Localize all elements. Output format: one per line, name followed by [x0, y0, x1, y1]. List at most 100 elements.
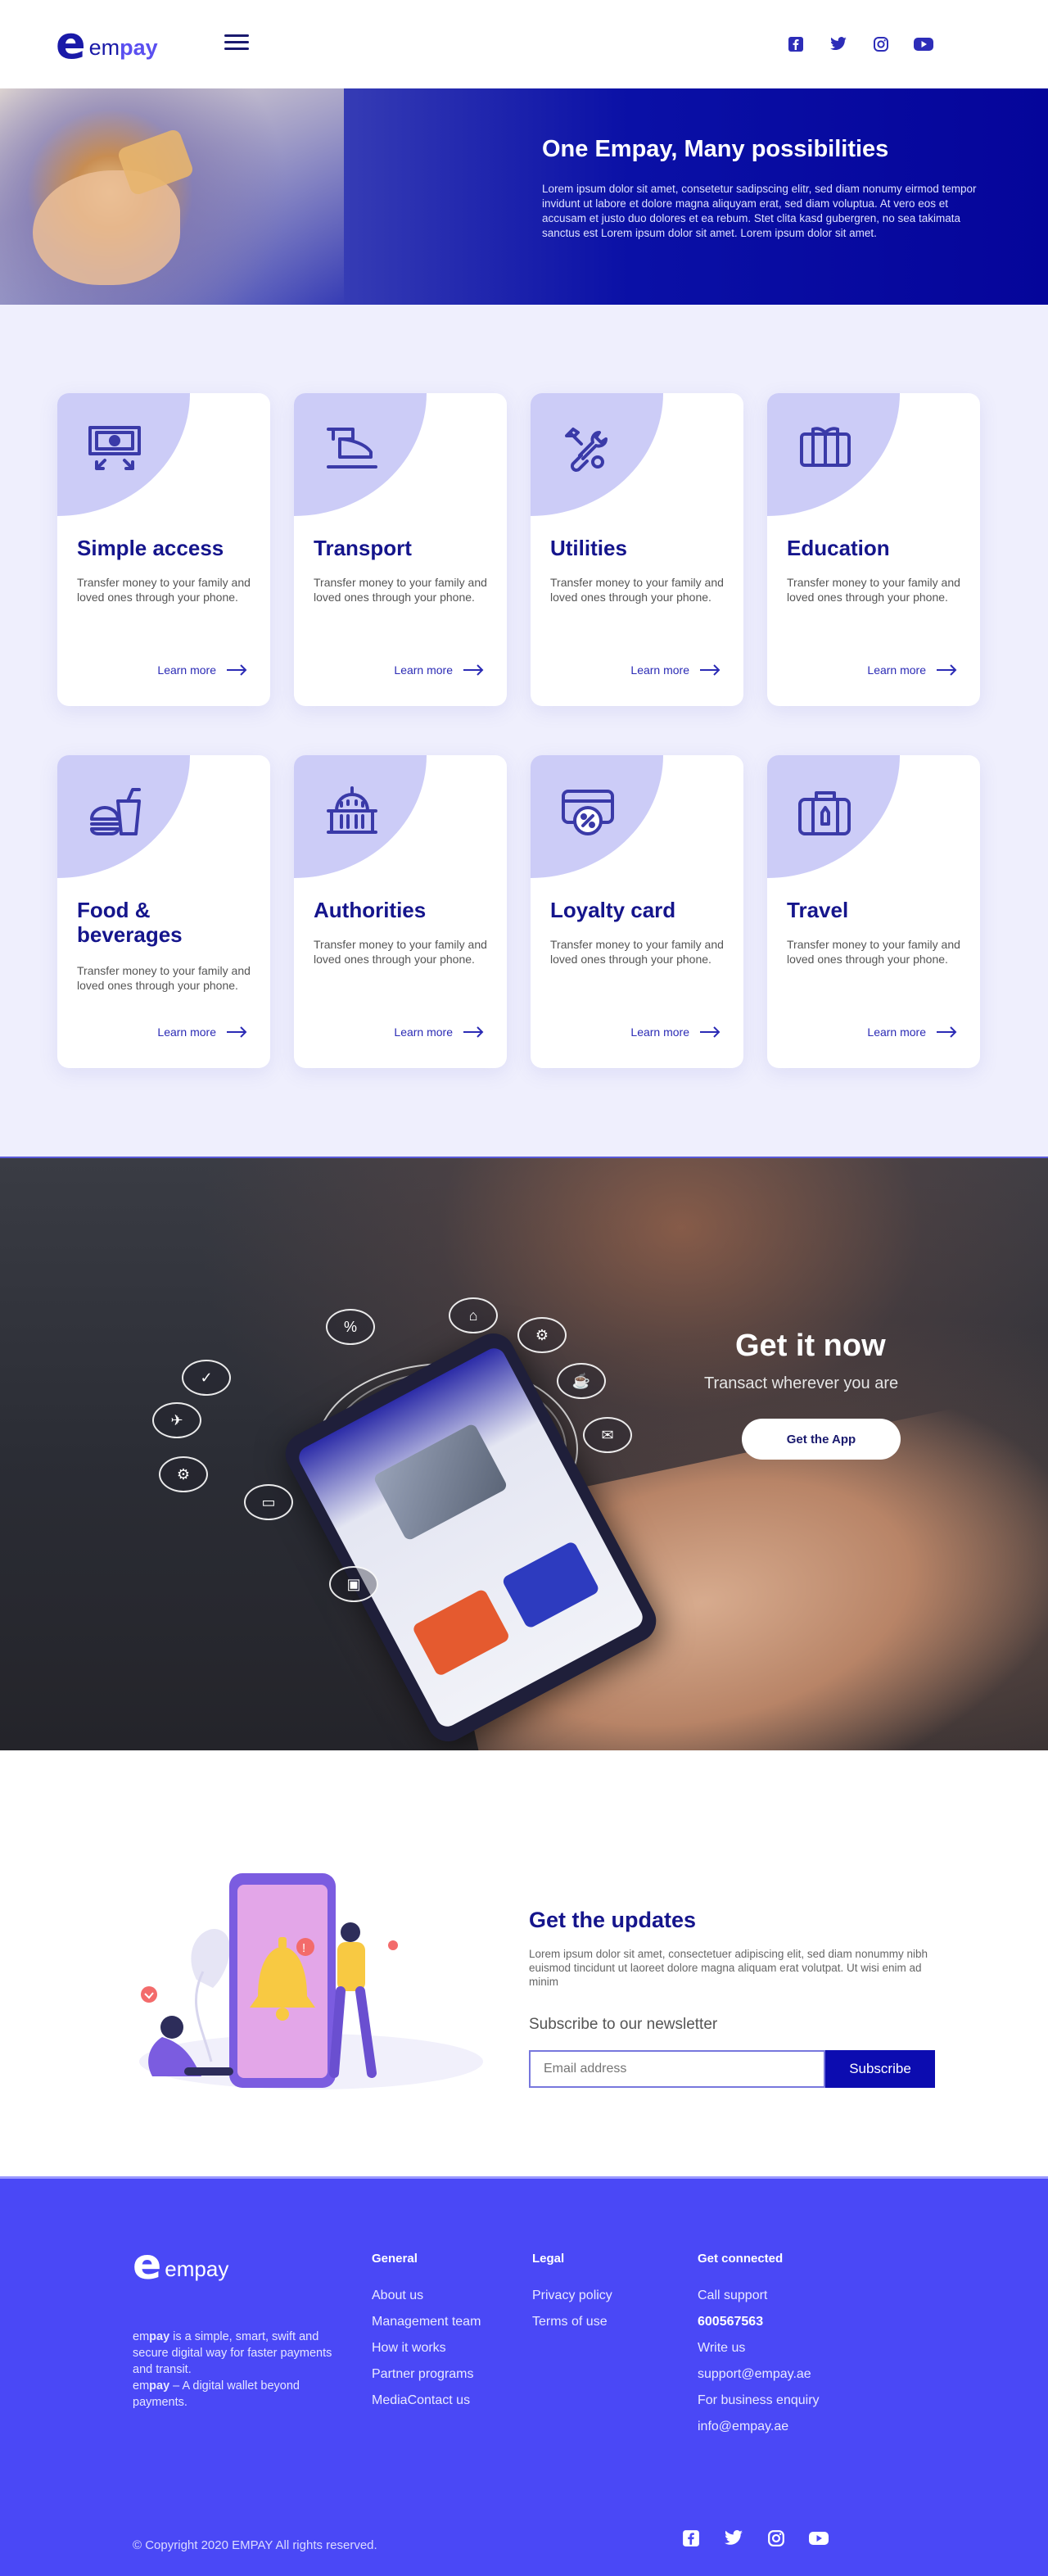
instagram-icon[interactable] [766, 2528, 786, 2548]
get-app-button[interactable]: Get the App [742, 1419, 901, 1460]
luggage-icon [795, 783, 856, 844]
arrow-right-icon [937, 1026, 957, 1038]
footer-link-partner-programs[interactable]: Partner programs [372, 2367, 481, 2382]
footer-phone-number[interactable]: 600567563 [698, 2315, 820, 2329]
arrow-right-icon [937, 664, 957, 676]
fast-food-icon [85, 783, 146, 844]
holo-node-icon: ✉ [583, 1417, 632, 1453]
learn-more-link[interactable]: Learn more [867, 663, 957, 677]
copyright-text: © Copyright 2020 EMPAY All rights reserv… [133, 2538, 377, 2552]
youtube-icon[interactable] [914, 34, 933, 54]
service-description: Transfer money to your family and loved … [77, 576, 251, 604]
service-card-simple-access[interactable]: Simple access Transfer money to your fam… [57, 393, 270, 706]
hero-image [0, 88, 344, 305]
holo-node-icon: ✓ [182, 1360, 231, 1396]
train-icon [322, 421, 382, 482]
footer-info-email[interactable]: info@empay.ae [698, 2420, 820, 2434]
email-input[interactable] [529, 2050, 825, 2088]
learn-more-link[interactable]: Learn more [630, 1025, 720, 1039]
footer-link-media-contact[interactable]: MediaContact us [372, 2393, 481, 2408]
footer-heading: Get connected [698, 2252, 784, 2266]
cash-exchange-icon [85, 421, 146, 482]
arrow-right-icon [227, 1026, 247, 1038]
learn-more-link[interactable]: Learn more [394, 663, 484, 677]
logo-wordmark: empay [165, 2256, 229, 2281]
learn-more-link[interactable]: Learn more [394, 1025, 484, 1039]
instagram-icon[interactable] [871, 34, 891, 54]
get-app-section: ✓ ✈ ⚙ ▭ % ⌂ ⚙ ☕ ✉ ▣ Get it now Transact … [0, 1157, 1048, 1750]
footer-link-call-support[interactable]: Call support [698, 2289, 820, 2303]
service-title: Authorities [314, 898, 427, 922]
svg-text:!: ! [302, 1941, 305, 1955]
hero-title: One Empay, Many possibilities [542, 136, 889, 162]
footer-link-how-it-works[interactable]: How it works [372, 2341, 481, 2356]
footer-column-general: General About us Management team How it … [372, 2252, 481, 2420]
arrow-right-icon [463, 1026, 484, 1038]
facebook-icon[interactable] [786, 34, 806, 54]
footer-about: empay is a simple, smart, swift and secu… [133, 2330, 332, 2409]
newsletter-label: Subscribe to our newsletter [529, 2016, 718, 2033]
service-title: Loyalty card [550, 898, 676, 922]
learn-more-link[interactable]: Learn more [867, 1025, 957, 1039]
arrow-right-icon [463, 664, 484, 676]
tools-icon [558, 421, 619, 482]
holo-node-icon: ☕ [557, 1363, 606, 1399]
logo-wordmark: empay [88, 34, 158, 60]
service-description: Transfer money to your family and loved … [314, 938, 487, 966]
youtube-icon[interactable] [809, 2528, 829, 2548]
learn-more-link[interactable]: Learn more [157, 1025, 247, 1039]
notification-illustration: ! [115, 1857, 483, 2103]
twitter-icon[interactable] [829, 34, 848, 54]
hero-banner: One Empay, Many possibilities Lorem ipsu… [0, 88, 1048, 305]
service-card-travel[interactable]: Travel Transfer money to your family and… [767, 755, 980, 1068]
holo-node-icon: ▣ [329, 1566, 378, 1602]
service-card-loyalty-card[interactable]: Loyalty card Transfer money to your fami… [531, 755, 743, 1068]
service-title: Transport [314, 536, 412, 560]
footer-social-links [681, 2528, 829, 2548]
subscribe-button[interactable]: Subscribe [825, 2050, 935, 2088]
service-title: Utilities [550, 536, 627, 560]
footer-link-terms-of-use[interactable]: Terms of use [532, 2315, 612, 2329]
facebook-icon[interactable] [681, 2528, 701, 2548]
book-icon [795, 421, 856, 482]
footer-link-management-team[interactable]: Management team [372, 2315, 481, 2329]
hero-description: Lorem ipsum dolor sit amet, consetetur s… [542, 183, 977, 239]
learn-more-link[interactable]: Learn more [630, 663, 720, 677]
service-card-authorities[interactable]: Authorities Transfer money to your famil… [294, 755, 507, 1068]
menu-icon[interactable] [224, 34, 249, 52]
discount-card-icon [558, 783, 619, 844]
logo-mark: e [133, 2240, 162, 2289]
learn-more-link[interactable]: Learn more [157, 663, 247, 677]
service-card-education[interactable]: Education Transfer money to your family … [767, 393, 980, 706]
holo-node-icon: ⚙ [159, 1456, 208, 1492]
footer-link-privacy-policy[interactable]: Privacy policy [532, 2289, 612, 2303]
footer-link-business-enquiry[interactable]: For business enquiry [698, 2393, 820, 2408]
newsletter-section: ! Get the updates Lorem ipsum dolor sit … [0, 1750, 1048, 2176]
holo-node-icon: ▭ [244, 1484, 293, 1520]
footer-link-write-us[interactable]: Write us [698, 2341, 820, 2356]
service-description: Transfer money to your family and loved … [77, 964, 251, 992]
service-title: Travel [787, 898, 849, 922]
footer-link-about-us[interactable]: About us [372, 2289, 481, 2303]
service-description: Transfer money to your family and loved … [550, 576, 724, 604]
service-description: Transfer money to your family and loved … [787, 576, 960, 604]
twitter-icon[interactable] [724, 2528, 743, 2548]
newsletter-title: Get the updates [529, 1908, 697, 1932]
service-card-food-beverages[interactable]: Food & beverages Transfer money to your … [57, 755, 270, 1068]
footer-column-legal: Legal Privacy policy Terms of use [532, 2252, 612, 2341]
site-footer: e empay empay is a simple, smart, swift … [0, 2176, 1048, 2576]
service-card-utilities[interactable]: Utilities Transfer money to your family … [531, 393, 743, 706]
promo-title: Get it now [735, 1329, 886, 1363]
arrow-right-icon [227, 664, 247, 676]
service-description: Transfer money to your family and loved … [550, 938, 724, 966]
logo[interactable]: e empay [56, 21, 158, 66]
service-description: Transfer money to your family and loved … [787, 938, 960, 966]
footer-support-email[interactable]: support@empay.ae [698, 2367, 820, 2382]
holo-node-icon: % [326, 1309, 375, 1345]
service-description: Transfer money to your family and loved … [314, 576, 487, 604]
service-title: Simple access [77, 536, 224, 560]
arrow-right-icon [700, 664, 720, 676]
service-title: Food & beverages [77, 898, 183, 947]
service-card-transport[interactable]: Transport Transfer money to your family … [294, 393, 507, 706]
footer-logo[interactable]: e empay [133, 2243, 228, 2286]
